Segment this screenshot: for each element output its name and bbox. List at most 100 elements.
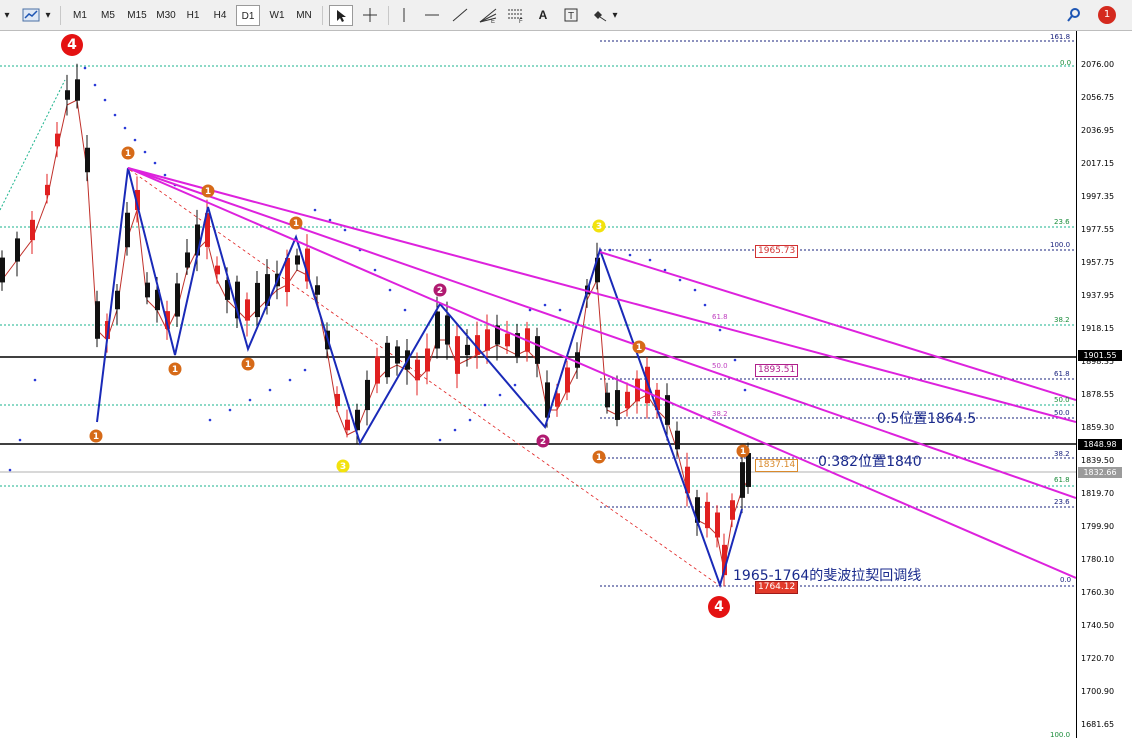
- fibonacci-levels-icon[interactable]: F: [504, 5, 528, 26]
- candle-body: [295, 255, 300, 265]
- price-axis[interactable]: 2076.00 2056.75 2036.95 2017.15 1997.35 …: [1076, 31, 1132, 738]
- candle-body: [15, 238, 20, 262]
- text-label-icon[interactable]: T: [560, 5, 582, 26]
- sar-dot: [513, 383, 517, 387]
- sar-dot: [628, 253, 632, 257]
- horizontal-line-icon[interactable]: [420, 5, 444, 26]
- candle-body: [605, 392, 610, 408]
- candle-body: [615, 390, 620, 420]
- sar-dot: [123, 126, 127, 130]
- wave-marker-text: 1: [740, 447, 746, 457]
- price-tick: 1819.70: [1081, 489, 1115, 498]
- wave-marker-text: 1: [293, 219, 299, 229]
- svg-text:E: E: [491, 19, 495, 23]
- sar-dot: [288, 378, 292, 382]
- fib-fan-label: 50.0: [712, 362, 728, 370]
- sar-dot: [743, 388, 747, 392]
- tf-mn[interactable]: MN: [292, 5, 316, 26]
- price-tick: 1700.90: [1081, 687, 1115, 696]
- candle-body: [175, 283, 180, 317]
- wave-marker-text: 1: [93, 432, 99, 442]
- candle-body: [625, 391, 630, 409]
- candle-body: [575, 352, 580, 368]
- sar-dot: [103, 98, 107, 102]
- fibonacci-fan-icon[interactable]: E: [476, 5, 500, 26]
- price-tick: 1997.35: [1081, 192, 1115, 201]
- wave-marker-text: 3: [596, 222, 602, 232]
- shapes-dropdown-icon[interactable]: ▾: [610, 5, 620, 26]
- search-icon[interactable]: [1064, 5, 1084, 26]
- vertical-line-icon[interactable]: [394, 5, 414, 26]
- candle-body: [215, 265, 220, 275]
- wave-marker-text: 3: [340, 462, 346, 472]
- candle-body: [75, 79, 80, 101]
- price-tick: 1681.65: [1081, 720, 1115, 729]
- fib-label: 61.8: [1054, 476, 1070, 484]
- candle-body: [85, 147, 90, 173]
- moving-average-line: [1, 99, 749, 571]
- shapes-icon[interactable]: [588, 5, 610, 26]
- crosshair-icon[interactable]: [358, 5, 382, 26]
- candle-body: [255, 282, 260, 318]
- trendline-icon[interactable]: [448, 5, 472, 26]
- tf-m15[interactable]: M15: [123, 5, 151, 26]
- sar-dot: [163, 173, 167, 177]
- fib-label: 50.0: [1054, 409, 1070, 417]
- candle-body: [65, 90, 70, 100]
- price-tick: 2036.95: [1081, 126, 1115, 135]
- wave-marker-text: 1: [172, 365, 178, 375]
- sar-dot: [303, 368, 307, 372]
- price-tag-resistance: 1901.55: [1078, 350, 1122, 361]
- template-dropdown-icon[interactable]: ▾: [43, 5, 53, 26]
- price-tick: 1799.90: [1081, 522, 1115, 531]
- tf-h4[interactable]: H4: [208, 5, 232, 26]
- fib-fan-label: 38.2: [712, 410, 728, 418]
- price-tick: 1859.30: [1081, 423, 1115, 432]
- tf-m30[interactable]: M30: [152, 5, 180, 26]
- price-tick: 2056.75: [1081, 93, 1115, 102]
- wave-4-label-bottom: 4: [708, 596, 730, 618]
- sar-dot: [133, 138, 137, 142]
- cursor-icon[interactable]: [329, 5, 353, 26]
- sar-dot: [678, 278, 682, 282]
- sar-dot: [208, 418, 212, 422]
- candle-body: [435, 311, 440, 349]
- candle-body: [465, 344, 470, 356]
- tf-d1[interactable]: D1: [236, 5, 260, 26]
- candle-body: [445, 315, 450, 345]
- price-tick: 1957.75: [1081, 258, 1115, 267]
- svg-text:F: F: [519, 19, 523, 23]
- tf-m1[interactable]: M1: [68, 5, 92, 26]
- wave-marker-text: 1: [596, 453, 602, 463]
- horizontal-levels: [0, 40, 1076, 587]
- tf-h1[interactable]: H1: [182, 5, 204, 26]
- fib-label: 161.8: [1050, 33, 1071, 41]
- fib-label: 100.0: [1050, 241, 1071, 249]
- sar-dot: [543, 303, 547, 307]
- wave-marker-text: 2: [540, 437, 546, 447]
- wave-marker-text: 1: [245, 360, 251, 370]
- toolbar-dropdown-arrow-icon[interactable]: ▾: [0, 5, 14, 26]
- candle-body: [705, 501, 710, 529]
- sar-dot: [468, 418, 472, 422]
- sar-dot: [153, 161, 157, 165]
- chart-template-icon[interactable]: [20, 5, 42, 26]
- candle-body: [335, 393, 340, 407]
- price-box-current: 1837.14: [755, 459, 799, 472]
- text-icon[interactable]: A: [532, 5, 554, 26]
- tf-w1[interactable]: W1: [266, 5, 288, 26]
- wave-4-label-top: 4: [61, 34, 83, 56]
- candle-body: [385, 342, 390, 378]
- sar-dot: [143, 150, 147, 154]
- tf-m5[interactable]: M5: [96, 5, 120, 26]
- price-chart[interactable]: 1 1 1 1 1 1 1 1 1 2 2 3 3: [0, 31, 1076, 738]
- price-tick: 1878.55: [1081, 390, 1115, 399]
- candle-body: [565, 367, 570, 393]
- fib-label: 23.6: [1054, 218, 1070, 226]
- candle-body: [245, 299, 250, 321]
- candle-body: [45, 184, 50, 196]
- candle-body: [185, 252, 190, 268]
- price-tick: 1740.50: [1081, 621, 1115, 630]
- notification-badge[interactable]: 1: [1098, 6, 1116, 24]
- price-box-fan: 1893.51: [755, 364, 799, 377]
